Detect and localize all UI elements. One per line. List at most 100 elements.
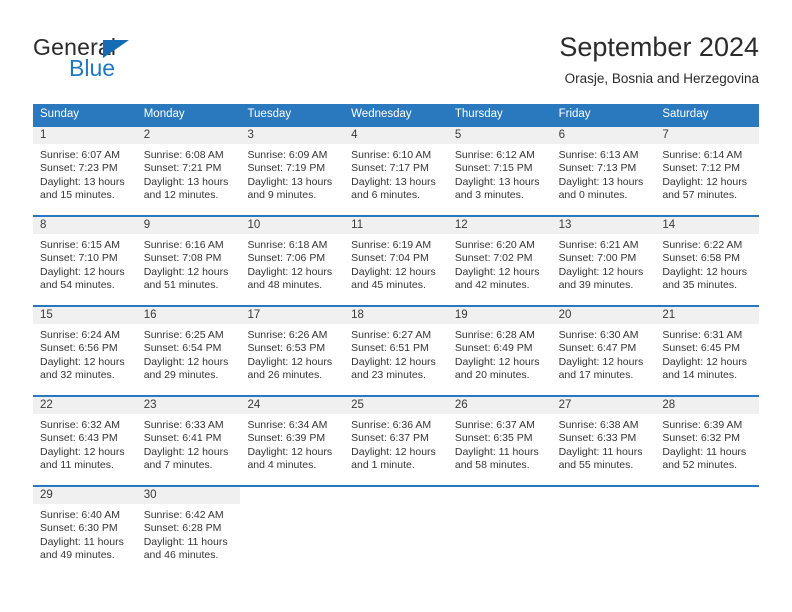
daylight-duration-line1: Daylight: 12 hours: [558, 355, 644, 368]
day-number: 2: [143, 129, 151, 141]
sunrise-time: Sunrise: 6:42 AM: [143, 509, 224, 521]
daylight-duration-line1: Daylight: 12 hours: [143, 445, 229, 458]
calendar-day-cell[interactable]: 29 Sunrise: 6:40 AM Sunset: 6:30 PM Dayligh…: [33, 487, 137, 575]
calendar-day-cell[interactable]: 22 Sunrise: 6:32 AM Sunset: 6:43 PM Dayligh…: [33, 397, 137, 485]
daylight-duration-line2: and 6 minutes.: [351, 189, 421, 202]
daylight-duration-line1: Daylight: 12 hours: [40, 265, 125, 278]
sun-info: [448, 504, 552, 509]
calendar-day-cell[interactable]: 12 Sunrise: 6:20 AM Sunset: 7:02 PM Dayligh…: [447, 217, 552, 305]
calendar-week-row: 15 Sunrise: 6:24 AM Sunset: 6:56 PM Dayligh…: [33, 305, 760, 395]
calendar-day-cell[interactable]: 6 Sunrise: 6:13 AM Sunset: 7:13 PM Daylight…: [551, 127, 656, 215]
sunset-time: Sunset: 7:08 PM: [143, 252, 222, 265]
day-number: 11: [351, 219, 364, 231]
calendar-day-cell[interactable]: 9 Sunrise: 6:16 AM Sunset: 7:08 PM Daylight…: [136, 217, 241, 305]
day-number-band: 15: [33, 307, 137, 324]
sunrise-time: Sunrise: 6:37 AM: [454, 419, 535, 431]
day-number: 6: [558, 129, 565, 141]
calendar-week-row: 8 Sunrise: 6:15 AM Sunset: 7:10 PM Daylight…: [33, 215, 760, 305]
day-number-band: 28: [655, 397, 760, 414]
calendar-day-cell[interactable]: 15 Sunrise: 6:24 AM Sunset: 6:56 PM Dayligh…: [33, 307, 137, 395]
day-number-band: [551, 487, 656, 504]
calendar-day-cell[interactable]: 3 Sunrise: 6:09 AM Sunset: 7:19 PM Daylight…: [240, 127, 345, 215]
sun-info: Sunrise: 6:09 AM Sunset: 7:19 PM Daylight:…: [240, 144, 344, 203]
calendar-day-cell[interactable]: 30 Sunrise: 6:42 AM Sunset: 6:28 PM Dayligh…: [136, 487, 241, 575]
calendar-day-cell[interactable]: 10 Sunrise: 6:18 AM Sunset: 7:06 PM Dayligh…: [240, 217, 345, 305]
day-of-week-header-row: Sunday Monday Tuesday Wednesday Thursday Frid…: [33, 104, 759, 125]
day-number: 26: [454, 399, 468, 411]
calendar-day-cell[interactable]: 16 Sunrise: 6:25 AM Sunset: 6:54 PM Dayligh…: [136, 307, 241, 395]
day-number: 7: [662, 129, 669, 141]
day-number-band: 5: [447, 127, 552, 144]
daylight-duration-line2: and 0 minutes.: [558, 189, 628, 202]
sunset-time: Sunset: 7:04 PM: [351, 252, 429, 265]
calendar-day-cell[interactable]: 5 Sunrise: 6:12 AM Sunset: 7:15 PM Daylight…: [447, 127, 552, 215]
day-number-band: [344, 487, 448, 504]
daylight-duration-line2: and 26 minutes.: [247, 369, 323, 382]
sunrise-time: Sunrise: 6:40 AM: [40, 509, 120, 521]
calendar-day-cell[interactable]: 25 Sunrise: 6:36 AM Sunset: 6:37 PM Dayligh…: [344, 397, 448, 485]
daylight-duration-line1: Daylight: 13 hours: [351, 175, 436, 188]
calendar-day-cell[interactable]: 7 Sunrise: 6:14 AM Sunset: 7:12 PM Daylight…: [655, 127, 760, 215]
sunrise-time: Sunrise: 6:18 AM: [247, 239, 328, 251]
calendar-day-cell[interactable]: 17 Sunrise: 6:26 AM Sunset: 6:53 PM Dayligh…: [240, 307, 345, 395]
calendar-day-cell[interactable]: 21 Sunrise: 6:31 AM Sunset: 6:45 PM Dayligh…: [655, 307, 760, 395]
sun-info: Sunrise: 6:34 AM Sunset: 6:39 PM Daylight:…: [240, 414, 344, 473]
calendar-day-cell[interactable]: 24 Sunrise: 6:34 AM Sunset: 6:39 PM Dayligh…: [240, 397, 345, 485]
general-blue-logo[interactable]: General Blue: [33, 34, 233, 90]
calendar-day-cell[interactable]: 20 Sunrise: 6:30 AM Sunset: 6:47 PM Dayligh…: [551, 307, 656, 395]
title-block: September 2024 Orasje, Bosnia and Herzeg…: [559, 30, 759, 90]
sunrise-time: Sunrise: 6:13 AM: [558, 149, 639, 161]
sunset-time: Sunset: 6:41 PM: [143, 432, 222, 445]
calendar-day-cell[interactable]: 11 Sunrise: 6:19 AM Sunset: 7:04 PM Dayligh…: [344, 217, 448, 305]
day-number-band: 30: [136, 487, 241, 504]
day-number-band: 23: [136, 397, 241, 414]
calendar-day-cell[interactable]: 14 Sunrise: 6:22 AM Sunset: 6:58 PM Dayligh…: [655, 217, 760, 305]
daylight-duration-line2: and 51 minutes.: [143, 279, 219, 292]
day-number-band: 29: [33, 487, 137, 504]
calendar-day-cell[interactable]: 8 Sunrise: 6:15 AM Sunset: 7:10 PM Daylight…: [33, 217, 137, 305]
day-of-week-header: Friday: [558, 108, 591, 120]
sun-info: Sunrise: 6:18 AM Sunset: 7:06 PM Daylight:…: [240, 234, 344, 293]
daylight-duration-line2: and 45 minutes.: [351, 279, 426, 292]
calendar-day-cell[interactable]: 19 Sunrise: 6:28 AM Sunset: 6:49 PM Dayligh…: [447, 307, 552, 395]
daylight-duration-line2: and 42 minutes.: [454, 279, 530, 292]
calendar-day-cell[interactable]: 13 Sunrise: 6:21 AM Sunset: 7:00 PM Dayligh…: [551, 217, 656, 305]
day-number-band: 12: [447, 217, 552, 234]
sunset-time: Sunset: 6:39 PM: [247, 432, 326, 445]
day-number: 16: [143, 309, 157, 321]
day-number: 4: [351, 129, 358, 141]
sunset-time: Sunset: 7:15 PM: [454, 162, 533, 175]
calendar-day-cell[interactable]: 4 Sunrise: 6:10 AM Sunset: 7:17 PM Daylight…: [344, 127, 448, 215]
calendar-day-cell[interactable]: 23 Sunrise: 6:33 AM Sunset: 6:41 PM Dayligh…: [136, 397, 241, 485]
sun-info: Sunrise: 6:12 AM Sunset: 7:15 PM Daylight:…: [448, 144, 552, 203]
day-number: 28: [662, 399, 676, 411]
sunset-time: Sunset: 7:23 PM: [40, 162, 118, 175]
day-number: 5: [454, 129, 462, 141]
calendar-day-cell[interactable]: 2 Sunrise: 6:08 AM Sunset: 7:21 PM Daylight…: [136, 127, 241, 215]
day-number-band: 26: [447, 397, 552, 414]
sun-info: Sunrise: 6:20 AM Sunset: 7:02 PM Daylight:…: [448, 234, 552, 293]
page-title: September 2024: [559, 32, 759, 62]
sun-info: Sunrise: 6:33 AM Sunset: 6:41 PM Daylight:…: [137, 414, 241, 473]
daylight-duration-line2: and 15 minutes.: [40, 189, 115, 202]
daylight-duration-line1: Daylight: 11 hours: [454, 445, 539, 458]
sun-info: Sunrise: 6:15 AM Sunset: 7:10 PM Daylight:…: [33, 234, 137, 293]
calendar-day-cell[interactable]: 27 Sunrise: 6:38 AM Sunset: 6:33 PM Dayligh…: [551, 397, 656, 485]
day-number: 12: [454, 219, 468, 231]
calendar-day-cell[interactable]: 26 Sunrise: 6:37 AM Sunset: 6:35 PM Dayligh…: [447, 397, 552, 485]
daylight-duration-line1: Daylight: 12 hours: [454, 265, 540, 278]
daylight-duration-line1: Daylight: 12 hours: [351, 265, 436, 278]
day-number-band: 18: [344, 307, 448, 324]
sunset-time: Sunset: 6:37 PM: [351, 432, 429, 445]
sunset-time: Sunset: 7:06 PM: [247, 252, 326, 265]
calendar-day-cell[interactable]: 28 Sunrise: 6:39 AM Sunset: 6:32 PM Dayligh…: [655, 397, 760, 485]
sun-info: Sunrise: 6:10 AM Sunset: 7:17 PM Daylight:…: [344, 144, 448, 203]
daylight-duration-line2: and 3 minutes.: [454, 189, 524, 202]
daylight-duration-line2: and 52 minutes.: [662, 459, 738, 472]
sun-info: Sunrise: 6:38 AM Sunset: 6:33 PM Daylight:…: [552, 414, 656, 473]
calendar-day-cell[interactable]: 1 Sunrise: 6:07 AM Sunset: 7:23 PM Daylight…: [33, 127, 137, 215]
calendar-day-cell[interactable]: 18 Sunrise: 6:27 AM Sunset: 6:51 PM Dayligh…: [344, 307, 448, 395]
day-number-band: 17: [240, 307, 345, 324]
daylight-duration-line1: Daylight: 11 hours: [143, 535, 228, 548]
day-number: 8: [40, 219, 47, 231]
